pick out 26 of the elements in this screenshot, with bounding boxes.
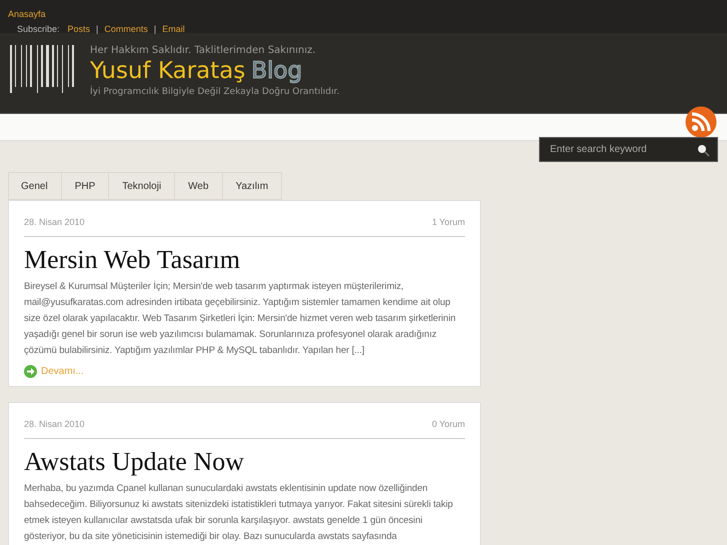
post-title[interactable]: Mersin Web Tasarım	[24, 245, 465, 275]
category-tab[interactable]: PHP	[60, 172, 108, 200]
rss-icon[interactable]	[685, 106, 717, 138]
post-date: 28. Nisan 2010	[24, 419, 85, 429]
post-excerpt: Merhaba, bu yazımda Cpanel kullanan sunuculardaki awstats eklentisinin update now özelliğinden bahsedeceğim. Biliyorsunuz ki awstats sitenizdeki istatistikleri tutmaya yarıyor. Fakat sitesini sürekli takip etmek isteyen kullanıcılar awstatsda ufak bir sorunla karşılaşıyor. awstats genelde 1 gün öncesini gösteriyor, bu da site yöneticisinin istemediği bir olay. Bazı sunucularda awstats sayfasında	[24, 482, 454, 544]
blog-title: Yusuf Karataş	[90, 58, 246, 84]
category-tab[interactable]: Yazılım	[222, 172, 282, 200]
category-tab[interactable]: Genel	[8, 172, 61, 200]
subscribe-link[interactable]: Email	[162, 24, 185, 34]
header-tagline: Her Hakkım Saklıdır. Taklitlerimden Sakınınız.	[90, 45, 317, 56]
category-tab[interactable]: Teknoloji	[108, 172, 174, 200]
category-tab[interactable]: Web	[174, 172, 222, 200]
search-field[interactable]: Enter search keyword	[539, 137, 718, 162]
home-link[interactable]: Anasayfa	[8, 9, 46, 19]
separator: |	[96, 24, 98, 34]
post-title[interactable]: Awstats Update Now	[24, 447, 465, 477]
subscribe-link[interactable]: Posts	[68, 24, 90, 34]
blog-title-suffix: Blog	[251, 58, 302, 84]
search-icon[interactable]	[696, 143, 710, 157]
arrow-icon	[24, 365, 37, 378]
post-date: 28. Nisan 2010	[24, 217, 85, 227]
header-subtitle: İyi Programcılık Bilgiyle Değil Zekayla Doğru Orantılıdır.	[90, 87, 340, 97]
separator: |	[154, 24, 156, 34]
post-excerpt: Bireysel & Kurumsal Müşteriler İçin; Mersin'de web tasarım yaptırmak isteyen müşterilerimiz, mail@yusufkaratas.com adresinden irtibata geçebilirsiniz. Yaptığım sistemler tamamen kendime ait olup size özel olarak yapılacaktır. Web Tasarım Şirketleri İçin: Mersin'de hizmet veren web tasarım şirketlerinin yaşadığı genel bir sorun ise web yazılımcısı bulamamak. Sorunlarınıza profesyonel olarak aradığınız çözümü bulabilirsiniz. Yaptığım yazılımlar PHP & MySQL tabanlıdır. Yapılan her [...]	[24, 280, 457, 358]
subscribe-link[interactable]: Comments	[104, 24, 148, 34]
subscribe-label: Subscribe:	[17, 24, 60, 34]
